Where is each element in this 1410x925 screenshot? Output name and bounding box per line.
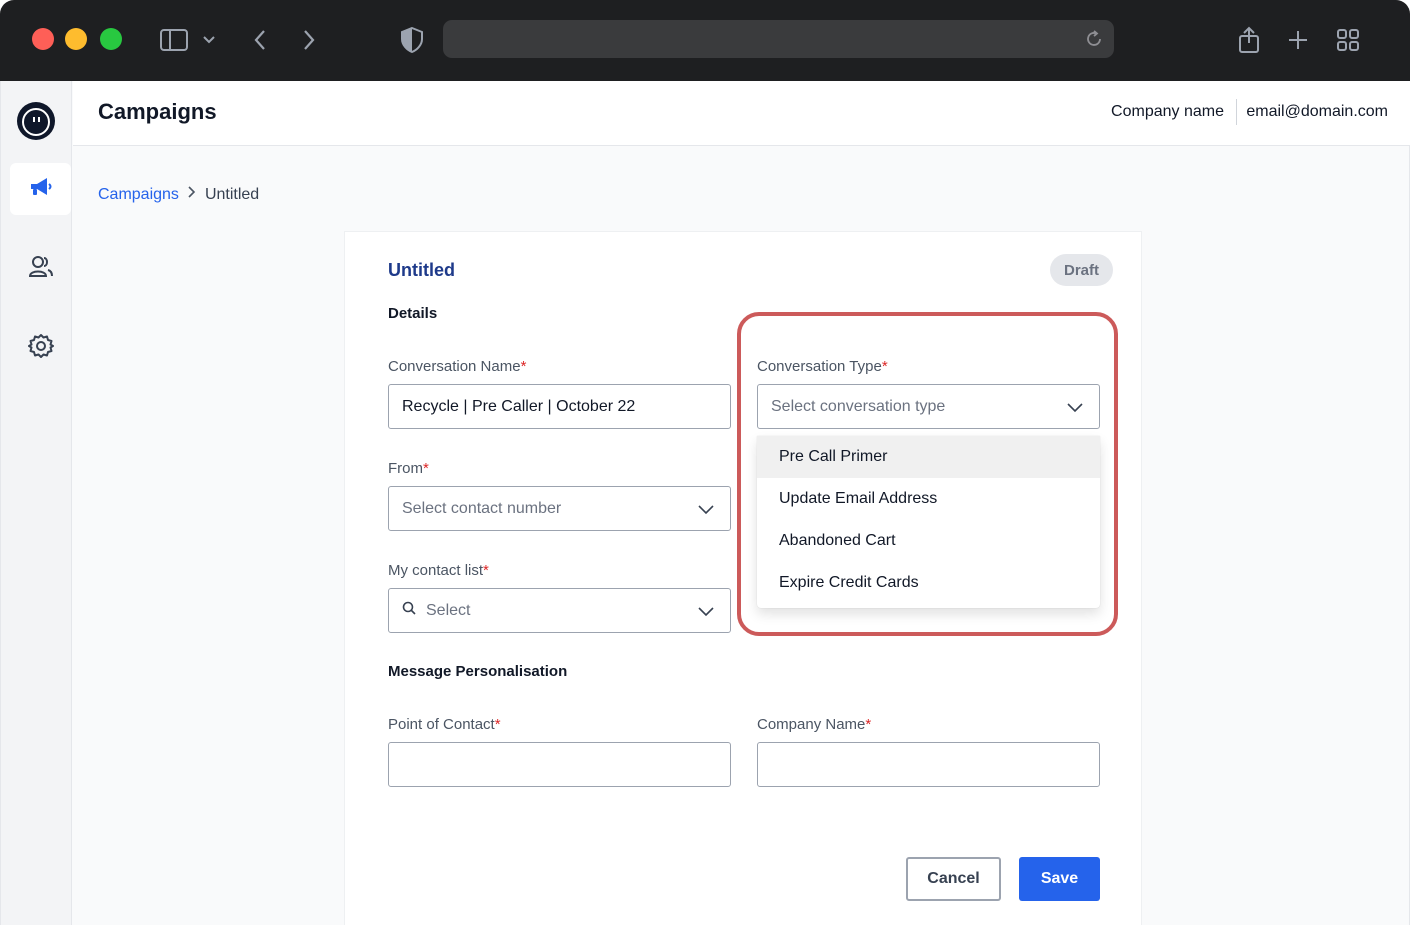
cancel-button[interactable]: Cancel xyxy=(906,857,1001,901)
company-name-label: Company Name* xyxy=(757,716,872,733)
conversation-type-menu: Pre Call Primer Update Email Address Aba… xyxy=(757,436,1100,608)
company-name[interactable]: Company name xyxy=(1111,103,1224,121)
conversation-name-label: Conversation Name* xyxy=(388,358,527,375)
chevron-right-icon xyxy=(187,185,197,204)
personalisation-section-title: Message Personalisation xyxy=(388,663,568,680)
campaign-title: Untitled xyxy=(388,260,455,280)
chevron-down-icon xyxy=(698,502,714,520)
point-of-contact-label: Point of Contact* xyxy=(388,716,501,733)
plus-icon[interactable] xyxy=(1284,26,1312,54)
breadcrumb-link-campaigns[interactable]: Campaigns xyxy=(98,186,179,204)
from-label: From* xyxy=(388,460,429,477)
save-button[interactable]: Save xyxy=(1019,857,1100,901)
page-title: Campaigns xyxy=(98,99,217,124)
reload-icon[interactable] xyxy=(1084,29,1104,54)
address-bar[interactable] xyxy=(443,20,1114,58)
contact-list-placeholder: Select xyxy=(426,601,471,619)
contact-list-label: My contact list* xyxy=(388,562,489,579)
zoom-window-button[interactable] xyxy=(100,28,122,50)
breadcrumb-current: Untitled xyxy=(204,185,260,203)
conversation-type-select[interactable]: Select conversation type xyxy=(757,384,1100,429)
megaphone-icon xyxy=(28,175,54,204)
point-of-contact-input[interactable] xyxy=(388,742,731,787)
share-icon[interactable] xyxy=(1235,26,1263,54)
chevron-down-icon xyxy=(698,604,714,622)
menu-item-abandoned-cart[interactable]: Abandoned Cart xyxy=(757,520,1100,562)
sidebar-item-settings[interactable] xyxy=(10,322,71,374)
menu-item-pre-call-primer[interactable]: Pre Call Primer xyxy=(757,436,1100,478)
breadcrumb: Campaigns Untitled xyxy=(98,185,259,204)
top-header: Campaigns Company name email@domain.com xyxy=(73,81,1410,146)
campaign-form-card: Untitled Draft Details Conversation Name… xyxy=(344,231,1142,925)
from-placeholder: Select contact number xyxy=(402,499,562,517)
search-icon xyxy=(402,601,416,620)
close-window-button[interactable] xyxy=(32,28,54,50)
menu-item-update-email-address[interactable]: Update Email Address xyxy=(757,478,1100,520)
tabs-grid-icon[interactable] xyxy=(1334,26,1362,54)
back-icon[interactable] xyxy=(246,26,274,54)
conversation-type-placeholder: Select conversation type xyxy=(771,397,946,415)
menu-item-expire-credit-cards[interactable]: Expire Credit Cards xyxy=(757,562,1100,604)
browser-toolbar xyxy=(0,0,1410,81)
conversation-name-value: Recycle | Pre Caller | October 22 xyxy=(402,397,636,415)
details-section-title: Details xyxy=(388,305,438,322)
conversation-name-input[interactable]: Recycle | Pre Caller | October 22 xyxy=(388,384,731,429)
user-email[interactable]: email@domain.com xyxy=(1246,103,1388,121)
from-select[interactable]: Select contact number xyxy=(388,486,731,531)
header-divider xyxy=(1236,99,1237,125)
status-badge: Draft xyxy=(1050,254,1114,286)
app-window: Campaigns Company name email@domain.com … xyxy=(0,81,1410,925)
users-icon xyxy=(28,255,54,284)
shield-icon[interactable] xyxy=(398,26,426,54)
conversation-type-label: Conversation Type* xyxy=(757,358,888,375)
gear-icon xyxy=(27,333,54,364)
sidebar-toggle-icon[interactable] xyxy=(160,26,188,54)
sidebar-item-contacts[interactable] xyxy=(10,243,71,295)
sidebar xyxy=(1,81,72,925)
contact-list-select[interactable]: Select xyxy=(388,588,731,633)
sidebar-item-campaigns[interactable] xyxy=(10,163,71,215)
chevron-down-icon xyxy=(1067,400,1083,418)
forward-icon[interactable] xyxy=(295,26,323,54)
minimize-window-button[interactable] xyxy=(65,28,87,50)
chevron-down-icon[interactable] xyxy=(195,26,223,54)
logo-icon[interactable] xyxy=(17,102,55,140)
company-name-input[interactable] xyxy=(757,742,1100,787)
